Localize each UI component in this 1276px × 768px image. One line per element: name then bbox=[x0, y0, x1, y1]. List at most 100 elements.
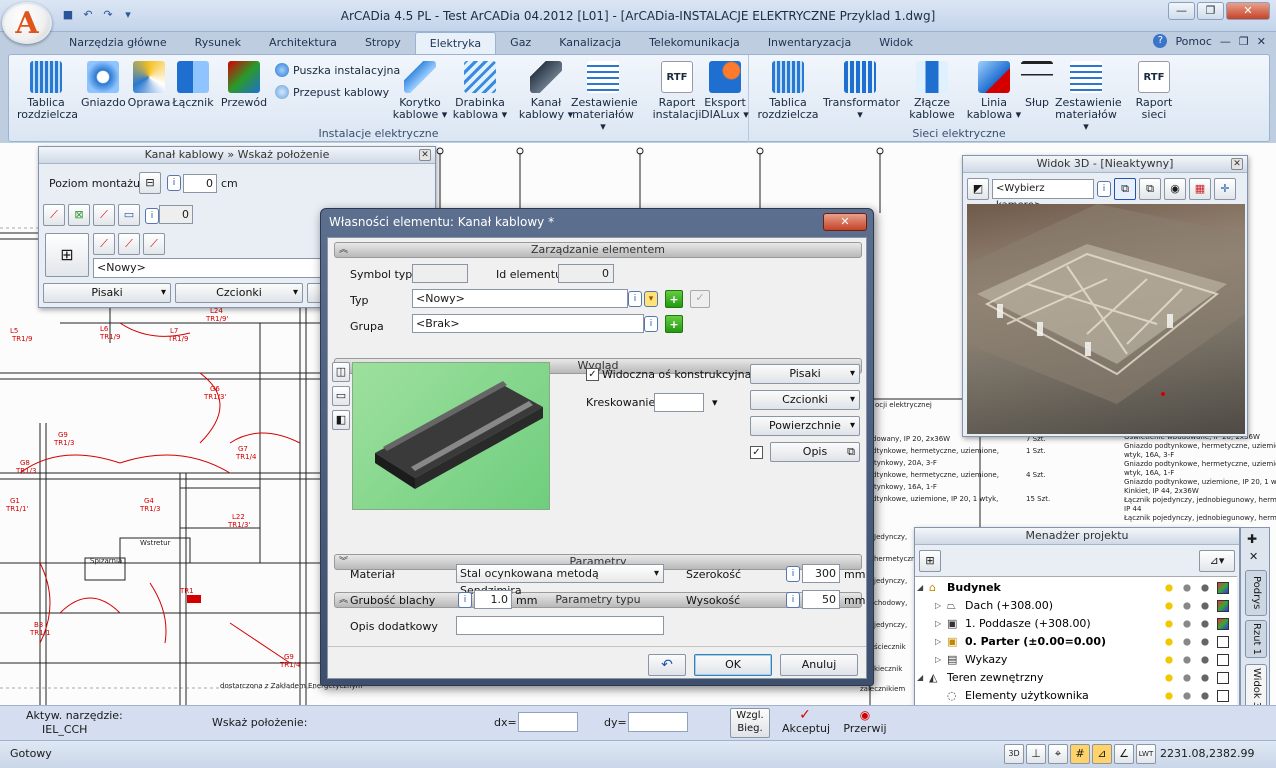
camera-add-icon[interactable]: ◩ bbox=[967, 178, 989, 200]
orbit-icon[interactable]: ⧉ bbox=[1139, 178, 1161, 200]
close-icon[interactable]: ✕ bbox=[419, 149, 431, 161]
grubosc-info-icon[interactable]: i bbox=[458, 592, 472, 608]
parallel-icon[interactable]: ▭ bbox=[118, 204, 140, 226]
pin-icon[interactable]: ✚ bbox=[1247, 532, 1257, 546]
printer-icon[interactable] bbox=[1199, 672, 1211, 684]
tree-item[interactable]: ▷ ▤ Wykazy bbox=[915, 651, 1245, 669]
printer-icon[interactable] bbox=[1199, 618, 1211, 630]
camera-info-icon[interactable]: i bbox=[1097, 181, 1111, 197]
szerokosc-info-icon[interactable]: i bbox=[786, 566, 800, 582]
tree-item[interactable]: ◢ ⌂ Budynek bbox=[915, 579, 1245, 597]
3d-viewport[interactable] bbox=[967, 204, 1245, 434]
ribbon-button-zestawienie[interactable]: Zestawienie materiałów ▾ bbox=[571, 61, 638, 133]
id-elementu-input[interactable]: 0 bbox=[558, 264, 614, 283]
side-tab[interactable]: Rzut 1 bbox=[1245, 620, 1267, 658]
tab-kanalizacja[interactable]: Kanalizacja bbox=[545, 32, 635, 54]
draw-segment-icon[interactable]: ⟋ bbox=[118, 233, 140, 255]
tree-expander[interactable]: ▷ bbox=[935, 597, 941, 615]
opis-button[interactable]: Opis ⧉ bbox=[770, 442, 860, 462]
snap-line-icon[interactable]: ⟋ bbox=[93, 204, 115, 226]
ok-button[interactable]: OK bbox=[694, 654, 772, 676]
bulb-icon[interactable] bbox=[1163, 672, 1175, 684]
filter-dropdown[interactable]: ⊿▾ bbox=[1199, 550, 1235, 572]
wall-icon[interactable]: ▦ bbox=[1189, 178, 1211, 200]
side-tab[interactable]: Podrys bbox=[1245, 570, 1267, 616]
tab-narzędzia-główne[interactable]: Narzędzia główne bbox=[55, 32, 181, 54]
lock-icon[interactable] bbox=[1181, 618, 1193, 630]
ribbon-button-net-z-cze[interactable]: Złącze kablowe bbox=[901, 61, 963, 121]
grupa-select[interactable]: <Brak> bbox=[412, 314, 644, 333]
pisaki-button[interactable]: Pisaki bbox=[750, 364, 860, 384]
camera-icon[interactable]: ◫ bbox=[332, 362, 350, 382]
lock-icon[interactable] bbox=[1181, 636, 1193, 648]
tab-architektura[interactable]: Architektura bbox=[255, 32, 351, 54]
ribbon-button--cznik[interactable]: Łącznik bbox=[171, 61, 215, 109]
dy-input[interactable] bbox=[628, 712, 688, 732]
puszka-instalacyjna-button[interactable]: Puszka instalacyjna bbox=[275, 63, 400, 77]
opis-dodatkowy-input[interactable] bbox=[456, 616, 664, 635]
close-icon[interactable]: ✕ bbox=[1231, 158, 1243, 170]
info-icon-2[interactable]: i bbox=[145, 208, 159, 224]
kreskowanie-select[interactable] bbox=[654, 393, 704, 412]
tab-inwentaryzacja[interactable]: Inwentaryzacja bbox=[754, 32, 865, 54]
lock-icon[interactable]: ▾ bbox=[644, 291, 658, 307]
close-button[interactable]: ✕ bbox=[1226, 2, 1270, 20]
symbol-typu-input[interactable] bbox=[412, 264, 468, 283]
ribbon-button-net-zestawienie[interactable]: Zestawienie materiałów ▾ bbox=[1055, 61, 1122, 133]
typ-select[interactable]: <Nowy> bbox=[412, 289, 628, 308]
lock-icon[interactable] bbox=[1181, 582, 1193, 594]
wysokosc-info-icon[interactable]: i bbox=[786, 592, 800, 608]
doc-restore-button[interactable]: ❐ bbox=[1239, 35, 1249, 48]
section-zarzadzanie[interactable]: ︽ Zarządzanie elementem bbox=[334, 242, 862, 258]
confirm-type-button[interactable]: ✓ bbox=[690, 290, 710, 308]
opis-checkbox[interactable]: ✓ bbox=[750, 446, 763, 459]
color-swatch[interactable] bbox=[1217, 582, 1229, 594]
powierzchnie-button[interactable]: Powierzchnie bbox=[750, 416, 860, 436]
help-icon[interactable]: ? bbox=[1153, 34, 1168, 48]
app-logo[interactable]: A bbox=[2, 2, 52, 44]
lock-icon[interactable] bbox=[1181, 654, 1193, 666]
przerwij-button[interactable]: ◉ Przerwij bbox=[842, 708, 888, 735]
snap-toggle[interactable]: ⌖ bbox=[1048, 744, 1068, 764]
ribbon-button-tablica[interactable]: Tablica rozdzielcza bbox=[17, 61, 78, 121]
poziom-montazu-input[interactable]: 0 bbox=[183, 174, 217, 193]
bulb-icon[interactable] bbox=[1163, 636, 1175, 648]
undo-button[interactable]: ↶ bbox=[648, 654, 686, 676]
lock-icon[interactable] bbox=[1181, 672, 1193, 684]
printer-icon[interactable] bbox=[1199, 636, 1211, 648]
grubosc-blachy-input[interactable]: 1.0 bbox=[474, 590, 512, 609]
tree-expander[interactable]: ▷ bbox=[935, 615, 941, 633]
bulb-icon[interactable] bbox=[1163, 618, 1175, 630]
tree-item[interactable]: ◢ ◭ Teren zewnętrzny bbox=[915, 669, 1245, 687]
bulb-icon[interactable] bbox=[1163, 600, 1175, 612]
lock-icon[interactable] bbox=[1181, 690, 1193, 702]
minimize-button[interactable]: — bbox=[1168, 2, 1195, 20]
tree-expander[interactable]: ▷ bbox=[935, 651, 941, 669]
maximize-button[interactable]: ❐ bbox=[1197, 2, 1224, 20]
tree-expander[interactable]: ◢ bbox=[917, 669, 923, 687]
add-level-icon[interactable]: ⊞ bbox=[919, 550, 941, 572]
folder-icon[interactable]: ▭ bbox=[332, 386, 350, 406]
tree-item[interactable]: ▷ ▣ 0. Parter (±0.00=0.00) bbox=[915, 633, 1245, 651]
snap-point-icon[interactable]: ⊠ bbox=[68, 204, 90, 226]
relative-toggle[interactable]: Wzgl. Bieg. bbox=[730, 708, 770, 738]
cube-icon[interactable]: ◧ bbox=[332, 410, 350, 430]
view-3d-toggle[interactable]: 3D bbox=[1004, 744, 1024, 764]
draw-polyline-icon[interactable]: ⟋ bbox=[143, 233, 165, 255]
color-swatch[interactable] bbox=[1217, 672, 1229, 684]
tree-expander[interactable]: ◢ bbox=[917, 579, 923, 597]
ortho-toggle[interactable]: ⊥ bbox=[1026, 744, 1046, 764]
tab-widok[interactable]: Widok bbox=[865, 32, 927, 54]
color-swatch[interactable] bbox=[1217, 690, 1229, 702]
ribbon-button-przew-d[interactable]: Przewód bbox=[215, 61, 273, 109]
color-swatch[interactable] bbox=[1217, 618, 1229, 630]
pisaki-button[interactable]: Pisaki bbox=[43, 283, 171, 303]
tab-rysunek[interactable]: Rysunek bbox=[181, 32, 255, 54]
perspective-icon[interactable]: ⧉ bbox=[1114, 178, 1136, 200]
add-type-button[interactable]: + bbox=[665, 290, 683, 308]
tab-elektryka[interactable]: Elektryka bbox=[414, 32, 497, 54]
ribbon-button-drabinka[interactable]: Drabinka kablowa ▾ bbox=[451, 61, 509, 121]
printer-icon[interactable] bbox=[1199, 582, 1211, 594]
printer-icon[interactable] bbox=[1199, 600, 1211, 612]
dx-input[interactable] bbox=[518, 712, 578, 732]
